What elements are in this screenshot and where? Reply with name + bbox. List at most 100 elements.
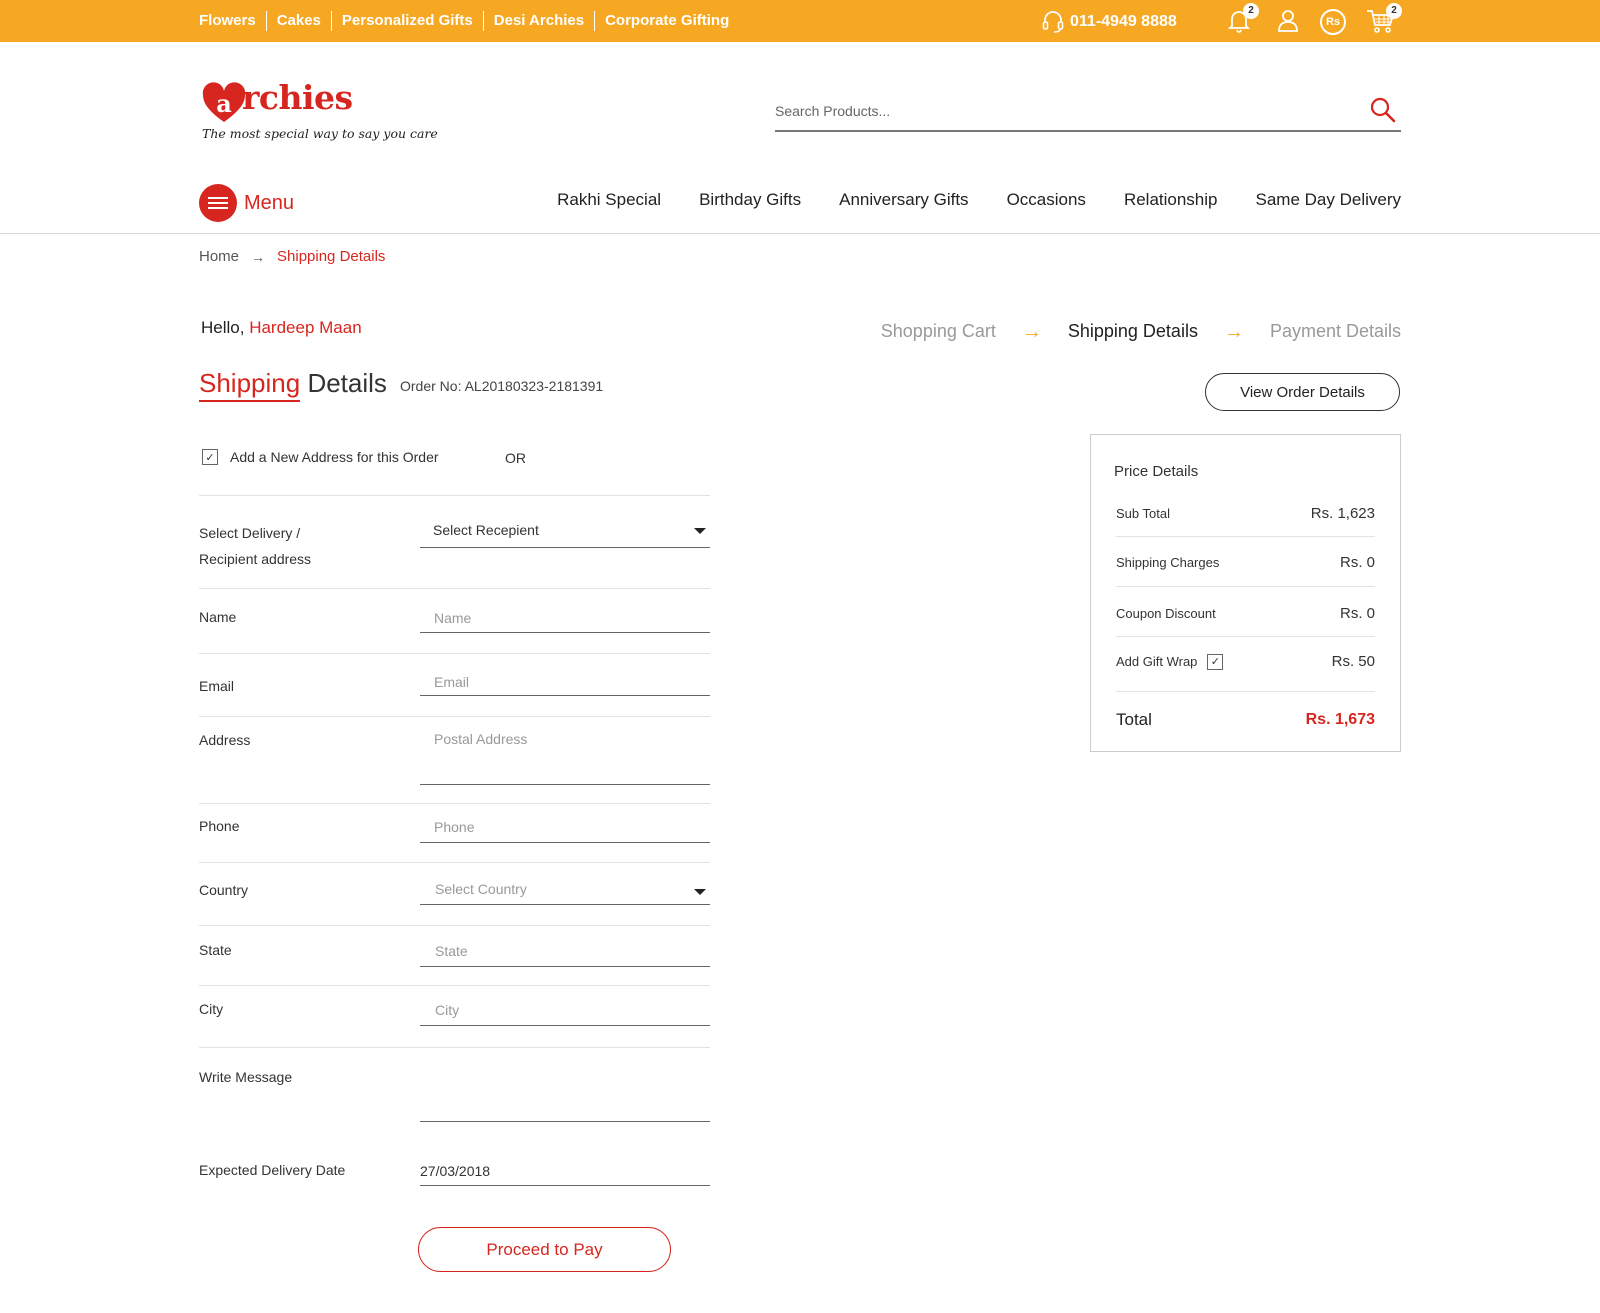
greeting-hello: Hello, bbox=[201, 318, 245, 337]
divider bbox=[199, 495, 710, 496]
state-label: State bbox=[199, 942, 232, 958]
new-address-label: Add a New Address for this Order bbox=[230, 449, 439, 465]
message-label: Write Message bbox=[199, 1069, 293, 1085]
top-link-corporate-gifting[interactable]: Corporate Gifting bbox=[594, 11, 739, 31]
caret-down-icon bbox=[694, 889, 706, 895]
address-input[interactable] bbox=[420, 728, 710, 784]
top-links: Flowers Cakes Personalized Gifts Desi Ar… bbox=[199, 0, 739, 42]
email-input[interactable] bbox=[420, 669, 710, 694]
name-field-wrap bbox=[420, 605, 710, 633]
divider bbox=[199, 985, 710, 986]
user-icon bbox=[1278, 10, 1298, 32]
rupee-icon: Rs bbox=[1325, 16, 1341, 28]
heart-logo-icon: a bbox=[202, 82, 246, 122]
currency-button[interactable]: Rs bbox=[1320, 9, 1346, 35]
helpline[interactable]: 011-4949 8888 bbox=[1042, 10, 1177, 34]
page-title: Shipping Details bbox=[199, 368, 387, 402]
divider bbox=[199, 716, 710, 717]
step-shopping-cart[interactable]: Shopping Cart bbox=[881, 321, 996, 342]
top-link-cakes[interactable]: Cakes bbox=[265, 11, 331, 31]
top-link-personalized-gifts[interactable]: Personalized Gifts bbox=[330, 11, 483, 31]
search-input[interactable] bbox=[775, 98, 1335, 124]
breadcrumb-home[interactable]: Home bbox=[199, 248, 239, 265]
phone-number: 011-4949 8888 bbox=[1070, 13, 1177, 30]
search-button[interactable] bbox=[1369, 96, 1397, 129]
arrow-right-icon: → bbox=[1021, 320, 1042, 343]
divider bbox=[199, 803, 710, 804]
city-label: City bbox=[199, 1001, 224, 1017]
nav-item-birthday-gifts[interactable]: Birthday Gifts bbox=[699, 190, 801, 210]
top-link-desi-archies[interactable]: Desi Archies bbox=[482, 11, 594, 31]
gift-wrap-checkbox[interactable]: ✓ bbox=[1207, 653, 1224, 670]
country-select[interactable]: Select Country bbox=[420, 876, 710, 905]
new-address-option[interactable]: ✓ Add a New Address for this Order bbox=[202, 449, 439, 465]
price-details-title: Price Details bbox=[1114, 463, 1199, 480]
divider bbox=[199, 588, 710, 589]
logo-tagline: The most special way to say you care bbox=[202, 126, 438, 141]
nav-item-relationship[interactable]: Relationship bbox=[1124, 190, 1218, 210]
cart-button[interactable]: 2 bbox=[1366, 3, 1402, 34]
price-row-subtotal: Sub Total Rs. 1,623 bbox=[1116, 505, 1375, 522]
country-label: Country bbox=[199, 882, 249, 898]
nav-item-occasions[interactable]: Occasions bbox=[1007, 190, 1086, 210]
nav-item-same-day-delivery[interactable]: Same Day Delivery bbox=[1256, 190, 1402, 210]
price-row-value: Rs. 1,623 bbox=[1310, 505, 1375, 522]
state-input[interactable] bbox=[420, 937, 710, 965]
breadcrumb: Home → Shipping Details bbox=[199, 248, 385, 265]
notifications-button[interactable]: 2 bbox=[1227, 3, 1259, 34]
total-value: Rs. 1,673 bbox=[1305, 711, 1375, 728]
divider bbox=[199, 653, 710, 654]
view-order-details-button[interactable]: View Order Details bbox=[1205, 373, 1400, 411]
nav-item-anniversary-gifts[interactable]: Anniversary Gifts bbox=[839, 190, 968, 210]
nav-item-rakhi-special[interactable]: Rakhi Special bbox=[557, 190, 661, 210]
country-select-value: Select Country bbox=[435, 881, 527, 897]
price-row-value: Rs. 0 bbox=[1339, 605, 1375, 622]
price-row-total: Total Rs. 1,673 bbox=[1116, 710, 1375, 730]
or-label: OR bbox=[505, 450, 526, 466]
cart-badge: 2 bbox=[1386, 3, 1402, 19]
divider bbox=[1116, 691, 1375, 692]
svg-text:a: a bbox=[216, 89, 232, 118]
recipient-label-line1: Select Delivery / bbox=[199, 525, 301, 541]
step-shipping-details: Shipping Details bbox=[1067, 321, 1198, 341]
phone-input[interactable] bbox=[420, 813, 710, 841]
divider bbox=[199, 1047, 710, 1048]
price-row-label: Add Gift Wrap bbox=[1116, 654, 1198, 669]
divider bbox=[199, 862, 710, 863]
top-link-flowers[interactable]: Flowers bbox=[199, 11, 266, 31]
greeting: Hello, Hardeep Maan bbox=[201, 318, 362, 338]
divider bbox=[199, 925, 710, 926]
price-row-gift-wrap: Add Gift Wrap ✓ Rs. 50 bbox=[1116, 653, 1375, 670]
user-name: Hardeep Maan bbox=[249, 318, 362, 337]
delivery-date-input[interactable] bbox=[420, 1157, 710, 1184]
price-row-label: Sub Total bbox=[1116, 506, 1170, 521]
archies-logo[interactable]: a rchies The most special way to say you… bbox=[202, 78, 438, 152]
city-field-wrap bbox=[420, 996, 710, 1026]
divider bbox=[1116, 586, 1375, 587]
price-details-panel: Price Details Sub Total Rs. 1,623 Shippi… bbox=[1090, 434, 1401, 752]
search-icon bbox=[1370, 97, 1396, 123]
account-button[interactable] bbox=[1276, 8, 1302, 34]
caret-down-icon bbox=[694, 528, 706, 534]
name-input[interactable] bbox=[420, 605, 710, 631]
message-input[interactable] bbox=[420, 1064, 710, 1121]
menu-label: Menu bbox=[244, 191, 295, 214]
new-address-checkbox[interactable]: ✓ bbox=[202, 449, 218, 465]
total-label: Total bbox=[1116, 710, 1152, 729]
price-row-label: Shipping Charges bbox=[1116, 555, 1220, 570]
breadcrumb-current: Shipping Details bbox=[277, 248, 386, 265]
menu-button[interactable]: Menu bbox=[199, 184, 294, 222]
recipient-label-line2: Recipient address bbox=[199, 551, 312, 567]
city-input[interactable] bbox=[420, 996, 710, 1024]
headset-icon bbox=[1042, 11, 1064, 33]
gift-wrap-option: Add Gift Wrap ✓ bbox=[1116, 653, 1224, 670]
state-field-wrap bbox=[420, 937, 710, 967]
phone-label: Phone bbox=[199, 818, 240, 834]
divider bbox=[1116, 636, 1375, 637]
recipient-select[interactable]: Select Recepient bbox=[420, 518, 710, 548]
price-row-coupon: Coupon Discount Rs. 0 bbox=[1116, 605, 1375, 622]
arrow-right-icon: → bbox=[251, 248, 266, 265]
arrow-right-icon: → bbox=[1223, 320, 1244, 343]
message-field-wrap bbox=[420, 1064, 710, 1122]
proceed-to-pay-button[interactable]: Proceed to Pay bbox=[418, 1227, 671, 1272]
